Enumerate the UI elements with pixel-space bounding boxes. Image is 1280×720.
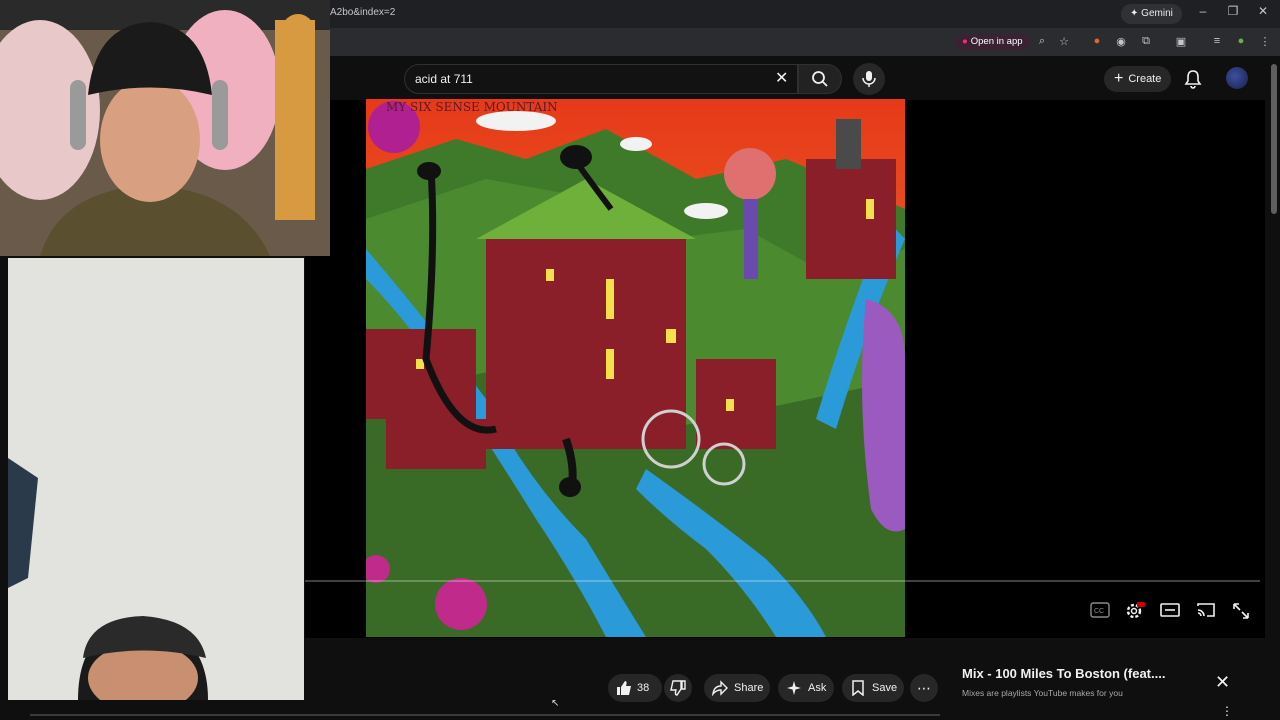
minimize-icon[interactable]: –: [1194, 4, 1212, 18]
create-label: Create: [1128, 73, 1162, 85]
sparkle-icon: ✦: [1130, 8, 1142, 19]
divider: [30, 714, 940, 716]
ask-button[interactable]: Ask: [778, 674, 834, 702]
open-in-app-button[interactable]: ● Open in app: [955, 34, 1030, 50]
mix-subtitle: Mixes are playlists YouTube makes for yo…: [962, 688, 1123, 698]
theater-mode-icon[interactable]: [1160, 602, 1180, 620]
plus-icon: +: [1114, 70, 1124, 87]
save-label: Save: [872, 682, 898, 694]
close-icon[interactable]: ✕: [1215, 672, 1230, 693]
youtube-logo-icon: ●: [962, 36, 968, 47]
mix-playlist-card[interactable]: [948, 654, 1245, 720]
bookmark-icon: [852, 680, 864, 696]
share-button[interactable]: Share: [704, 674, 770, 702]
ask-label: Ask: [808, 682, 827, 694]
share-arrow-icon: [712, 680, 728, 696]
captions-icon[interactable]: CC: [1090, 602, 1110, 620]
more-horizontal-icon: ⋯: [917, 680, 931, 696]
bookmark-star-icon[interactable]: ☆: [1056, 35, 1072, 48]
sparkle-icon: [787, 681, 801, 695]
album-cover-art: MY SIX SENSE MOUNTAIN: [366, 99, 905, 637]
fullscreen-icon[interactable]: [1232, 602, 1252, 620]
notifications-bell-icon[interactable]: [1184, 69, 1202, 89]
video-progress-bar[interactable]: [305, 580, 1260, 582]
gemini-button[interactable]: ✦ Gemini: [1121, 4, 1182, 24]
like-button[interactable]: 38: [608, 674, 662, 702]
extension-icon[interactable]: ◉: [1113, 35, 1129, 48]
mouse-cursor-icon: ↖: [551, 698, 560, 709]
clear-search-icon[interactable]: ✕: [775, 68, 788, 88]
thumbs-up-icon: [617, 681, 631, 695]
browser-menu-icon[interactable]: ⋮: [1257, 35, 1273, 48]
cover-title-text: MY SIX SENSE MOUNTAIN: [386, 100, 558, 114]
zoom-icon[interactable]: ⌕: [1034, 35, 1050, 48]
search-button[interactable]: [798, 64, 842, 94]
webcam-overlay-bottom: [8, 258, 304, 700]
open-in-app-label: Open in app: [970, 36, 1023, 47]
side-panel-icon[interactable]: ▣: [1173, 35, 1189, 48]
extension-orange-icon[interactable]: ●: [1089, 35, 1105, 47]
like-count: 38: [637, 682, 650, 694]
share-label: Share: [734, 682, 764, 694]
voice-search-button[interactable]: [853, 63, 885, 95]
save-button[interactable]: Save: [842, 674, 904, 702]
webcam-overlay-top: [0, 0, 330, 256]
restore-icon[interactable]: ❐: [1224, 4, 1242, 18]
close-window-icon[interactable]: ✕: [1254, 4, 1272, 18]
account-avatar[interactable]: [1226, 67, 1248, 89]
svg-text:CC: CC: [1094, 608, 1104, 615]
mix-title[interactable]: Mix - 100 Miles To Boston (feat....: [962, 666, 1165, 681]
puzzle-extensions-icon[interactable]: ⧉: [1138, 35, 1154, 48]
search-icon: [812, 71, 828, 87]
thumbs-down-icon: [670, 680, 686, 696]
url-text[interactable]: A2bo&index=2: [330, 7, 395, 18]
dislike-button[interactable]: [664, 674, 692, 702]
page-scrollbar[interactable]: [1271, 64, 1277, 214]
gemini-label: Gemini: [1141, 8, 1173, 19]
search-value[interactable]: acid at 711: [415, 72, 473, 86]
more-actions-button[interactable]: ⋯: [910, 674, 938, 702]
settings-gear-icon[interactable]: [1125, 602, 1145, 620]
profile-icon[interactable]: ●: [1233, 35, 1249, 47]
create-button[interactable]: + Create: [1104, 66, 1172, 92]
media-controls-icon[interactable]: ≡: [1209, 35, 1225, 47]
cast-icon[interactable]: [1196, 602, 1216, 620]
more-vertical-icon[interactable]: ⋮: [1221, 704, 1233, 718]
microphone-icon: [862, 71, 876, 87]
